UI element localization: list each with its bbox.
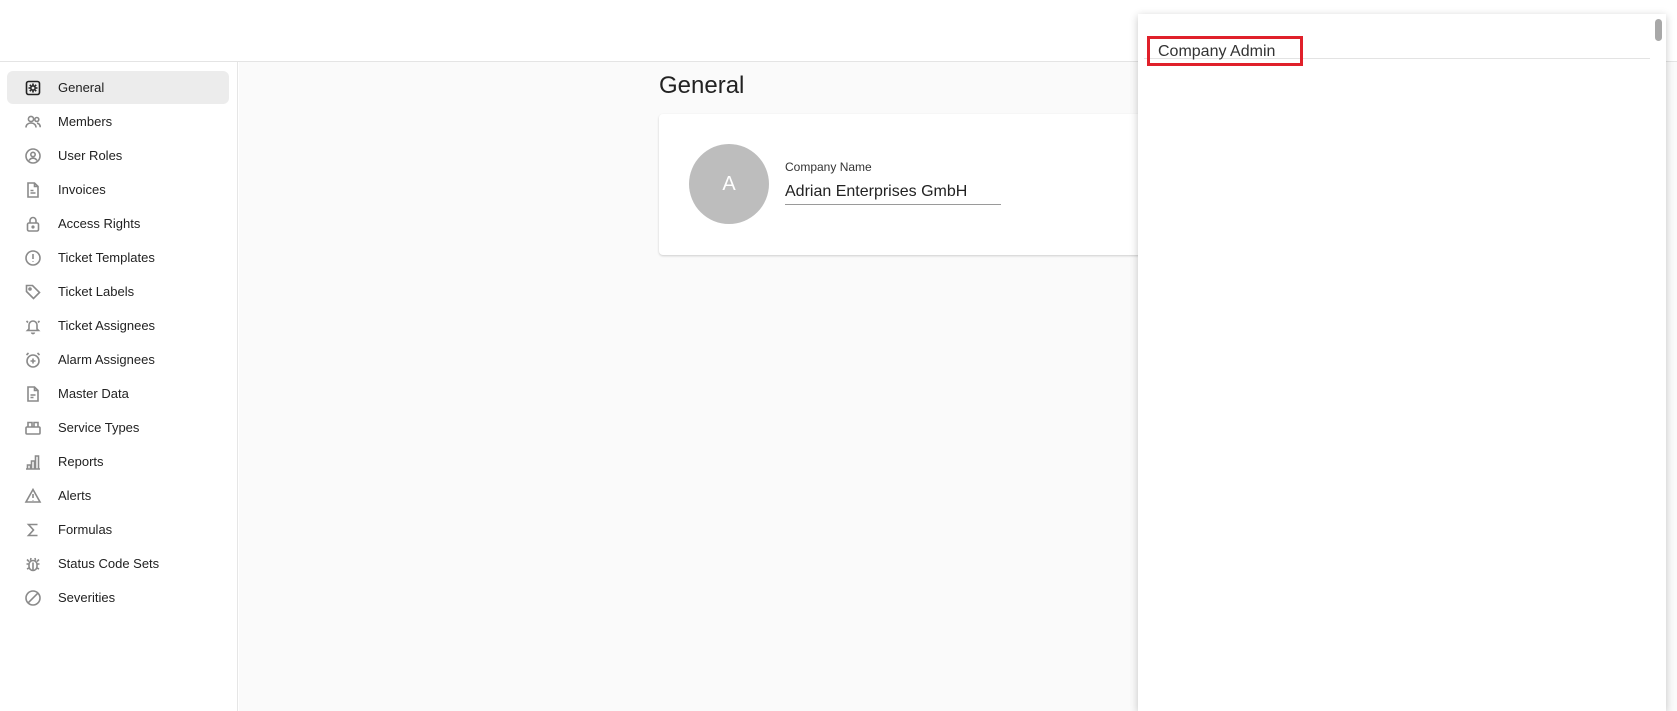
lock-icon bbox=[24, 215, 42, 233]
scrollbar-thumb[interactable] bbox=[1655, 19, 1662, 41]
avatar-letter: A bbox=[722, 172, 736, 195]
sidebar-item-members[interactable]: Members bbox=[7, 105, 229, 138]
sidebar-item-master-data[interactable]: Master Data bbox=[7, 377, 229, 410]
company-name-field: Company Name bbox=[785, 160, 1001, 205]
sidebar-item-reports[interactable]: Reports bbox=[7, 445, 229, 478]
sidebar-item-label: Formulas bbox=[58, 522, 113, 537]
sidebar-item-user-roles[interactable]: User Roles bbox=[7, 139, 229, 172]
sidebar-item-alerts[interactable]: Alerts bbox=[7, 479, 229, 512]
users-icon bbox=[24, 113, 42, 131]
company-avatar[interactable]: A bbox=[689, 144, 769, 224]
sidebar-item-alarm-assignees[interactable]: Alarm Assignees bbox=[7, 343, 229, 376]
sidebar-item-access-rights[interactable]: Access Rights bbox=[7, 207, 229, 240]
sidebar-item-label: Members bbox=[58, 114, 113, 129]
sidebar-item-label: Alarm Assignees bbox=[58, 352, 155, 367]
sidebar-item-ticket-labels[interactable]: Ticket Labels bbox=[7, 275, 229, 308]
sidebar-item-label: Invoices bbox=[58, 182, 106, 197]
company-name-label: Company Name bbox=[785, 160, 872, 174]
sidebar-item-label: Status Code Sets bbox=[58, 556, 160, 571]
gear-icon bbox=[24, 79, 42, 97]
alarm-icon bbox=[24, 351, 42, 369]
file-icon bbox=[24, 385, 42, 403]
exclamation-circle-icon bbox=[24, 249, 42, 267]
sidebar-item-label: Master Data bbox=[58, 386, 129, 401]
sidebar-item-label: Alerts bbox=[58, 488, 92, 503]
dropdown-option-label: Company Admin bbox=[1147, 36, 1303, 66]
sidebar-item-label: General bbox=[58, 80, 105, 95]
tag-icon bbox=[24, 283, 42, 301]
sidebar-item-label: Ticket Assignees bbox=[58, 318, 156, 333]
dropdown-scrollbar[interactable] bbox=[1650, 14, 1666, 711]
sidebar-item-label: User Roles bbox=[58, 148, 123, 163]
sidebar-item-service-types[interactable]: Service Types bbox=[7, 411, 229, 444]
sidebar-item-ticket-templates[interactable]: Ticket Templates bbox=[7, 241, 229, 274]
sidebar-item-label: Severities bbox=[58, 590, 116, 605]
bug-icon bbox=[24, 555, 42, 573]
sidebar-item-label: Access Rights bbox=[58, 216, 141, 231]
warning-icon bbox=[24, 487, 42, 505]
sidebar-item-label: Ticket Templates bbox=[58, 250, 155, 265]
settings-sidebar: General Members User Roles Invoices Acce… bbox=[0, 62, 238, 711]
sigma-icon bbox=[24, 521, 42, 539]
ban-icon bbox=[24, 589, 42, 607]
page-title: General bbox=[659, 72, 745, 99]
user-circle-icon bbox=[24, 147, 42, 165]
company-name-input[interactable] bbox=[785, 179, 1001, 205]
sidebar-item-label: Reports bbox=[58, 454, 104, 469]
sidebar-item-label: Service Types bbox=[58, 420, 140, 435]
sidebar-item-status-code-sets[interactable]: Status Code Sets bbox=[7, 547, 229, 580]
dropdown-option-company-admin[interactable]: Company Admin bbox=[1144, 25, 1655, 66]
sidebar-item-ticket-assignees[interactable]: Ticket Assignees bbox=[7, 309, 229, 342]
document-icon bbox=[24, 181, 42, 199]
sidebar-item-general[interactable]: General bbox=[7, 71, 229, 104]
sidebar-item-invoices[interactable]: Invoices bbox=[7, 173, 229, 206]
bell-icon bbox=[24, 317, 42, 335]
sidebar-item-severities[interactable]: Severities bbox=[7, 581, 229, 614]
service-icon bbox=[24, 419, 42, 437]
sidebar-item-formulas[interactable]: Formulas bbox=[7, 513, 229, 546]
role-dropdown-menu: Company Admin bbox=[1138, 14, 1666, 711]
sidebar-item-label: Ticket Labels bbox=[58, 284, 135, 299]
bar-chart-icon bbox=[24, 453, 42, 471]
